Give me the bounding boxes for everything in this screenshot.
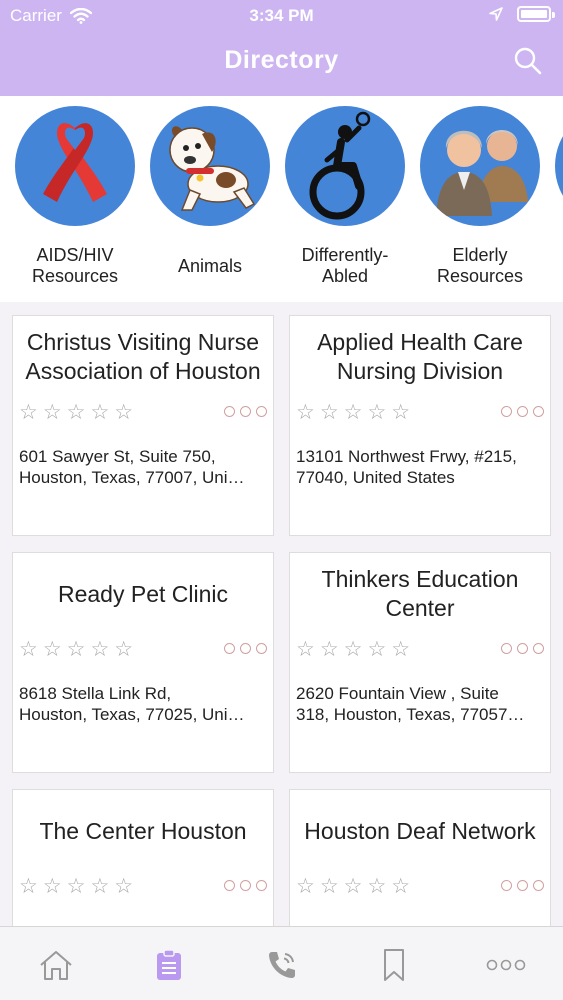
home-icon: [40, 951, 72, 980]
more-options-button[interactable]: [501, 643, 544, 654]
listing-name: The Center Houston: [39, 817, 247, 844]
star-rating[interactable]: ☆☆☆☆☆: [19, 874, 138, 899]
tab-bar: [0, 926, 563, 1000]
category-label: Animals: [177, 255, 243, 276]
star-rating[interactable]: ☆☆☆☆☆: [296, 400, 415, 425]
address-line: 2620 Fountain View , Suite: [296, 684, 499, 703]
listing-card[interactable]: The Center Houston ☆☆☆☆☆: [12, 789, 274, 926]
bookmark-icon: [384, 949, 404, 981]
listing-card[interactable]: Applied Health Care Nursing Division ☆☆☆…: [289, 315, 551, 536]
category-elderly[interactable]: Elderly Resources: [412, 106, 548, 288]
listing-card[interactable]: Christus Visiting Nurse Association of H…: [12, 315, 274, 536]
elderly-couple-icon: [436, 130, 528, 216]
more-options-button[interactable]: [501, 406, 544, 417]
category-aids-hiv[interactable]: AIDS/HIV Resources: [7, 106, 143, 288]
category-animals[interactable]: Animals: [142, 106, 278, 288]
app-header: Carrier 3:34 PM Directory: [0, 0, 563, 96]
status-bar: Carrier 3:34 PM: [0, 0, 563, 32]
listing-address: 8618 Stella Link Rd, Houston, Texas, 770…: [19, 683, 267, 725]
star-rating[interactable]: ☆☆☆☆☆: [296, 874, 415, 899]
star-rating[interactable]: ☆☆☆☆☆: [19, 400, 138, 425]
category-image: [15, 106, 135, 226]
listing-name: Thinkers Education Center: [321, 566, 519, 621]
search-icon: [514, 47, 542, 75]
tab-directory[interactable]: [149, 945, 189, 985]
star-rating[interactable]: ☆☆☆☆☆: [296, 637, 415, 662]
category-image: [285, 106, 405, 226]
battery-icon: [517, 6, 555, 22]
listing-grid[interactable]: Christus Visiting Nurse Association of H…: [0, 302, 563, 926]
listing-name: Christus Visiting Nurse Association of H…: [25, 329, 261, 384]
address-line: 77040, United States: [296, 468, 455, 487]
tab-more[interactable]: [486, 945, 526, 985]
more-options-button[interactable]: [224, 406, 267, 417]
listing-name: Applied Health Care Nursing Division: [317, 329, 523, 384]
status-right: [489, 6, 555, 22]
listing-address: 13101 Northwest Frwy, #215, 77040, Unite…: [296, 446, 544, 488]
address-line: 13101 Northwest Frwy, #215,: [296, 447, 517, 466]
status-time: 3:34 PM: [249, 6, 314, 25]
listing-name: Ready Pet Clinic: [57, 580, 229, 607]
phone-icon: [269, 952, 295, 978]
more-options-button[interactable]: [224, 643, 267, 654]
tab-calls[interactable]: [262, 945, 302, 985]
clipboard-icon: [157, 949, 181, 980]
listing-name: Houston Deaf Network: [304, 817, 536, 844]
listing-address: 601 Sawyer St, Suite 750, Houston, Texas…: [19, 446, 267, 488]
page-title: Directory: [224, 46, 339, 74]
more-options-button[interactable]: [224, 880, 267, 891]
address-line: 318, Houston, Texas, 77057…: [296, 705, 525, 724]
category-label: AIDS/HIV Resources: [31, 245, 119, 286]
address-line: 601 Sawyer St, Suite 750,: [19, 447, 216, 466]
category-image: [150, 106, 270, 226]
category-partial[interactable]: [547, 106, 563, 226]
listing-card[interactable]: Ready Pet Clinic ☆☆☆☆☆ 8618 Stella Link …: [12, 552, 274, 773]
more-icon: [486, 959, 526, 971]
listing-card[interactable]: Houston Deaf Network ☆☆☆☆☆: [289, 789, 551, 926]
location-arrow-icon: [489, 7, 503, 21]
address-line: 8618 Stella Link Rd,: [19, 684, 172, 703]
red-ribbon-icon: [43, 123, 107, 202]
tab-bookmarks[interactable]: [374, 945, 414, 985]
tab-home[interactable]: [36, 945, 76, 985]
star-rating[interactable]: ☆☆☆☆☆: [19, 637, 138, 662]
address-line: Houston, Texas, 77007, Uni…: [19, 468, 245, 487]
search-button[interactable]: [513, 46, 543, 76]
category-differently-abled[interactable]: Differently-Abled: [277, 106, 413, 288]
category-carousel[interactable]: AIDS/HIV Resources Animals Differently-A…: [0, 96, 563, 302]
more-options-button[interactable]: [501, 880, 544, 891]
address-line: Houston, Texas, 77025, Uni…: [19, 705, 245, 724]
wheelchair-icon: [309, 111, 371, 220]
listing-address: 2620 Fountain View , Suite 318, Houston,…: [296, 683, 544, 725]
category-label: Differently-Abled: [301, 245, 389, 286]
listing-card[interactable]: Thinkers Education Center ☆☆☆☆☆ 2620 Fou…: [289, 552, 551, 773]
category-image: [420, 106, 540, 226]
category-image: [555, 106, 563, 226]
category-label: Elderly Resources: [436, 245, 524, 286]
puppy-icon: [169, 126, 256, 211]
